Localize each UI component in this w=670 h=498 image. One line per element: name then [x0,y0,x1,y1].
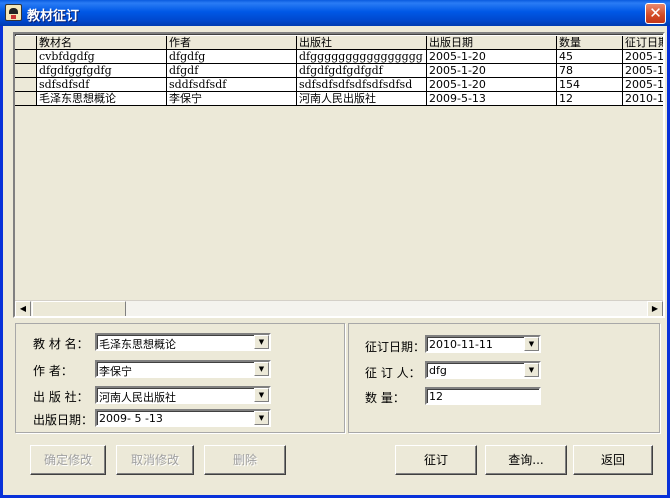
query-button[interactable]: 查询... [485,445,567,475]
scroll-thumb[interactable] [32,301,126,316]
quantity-input[interactable]: 12 [425,387,541,405]
cell-author[interactable]: dfgdf [167,64,297,78]
cell-quantity[interactable]: 78 [557,64,623,78]
cell-orderdate[interactable]: 2005-11- [623,50,663,64]
cancel-edit-button[interactable]: 取消修改 [116,445,194,475]
window-title: 教材征订 [27,9,80,24]
col-header-name[interactable]: 教材名 [37,36,167,50]
orderdate-value: 2010-11-11 [429,338,493,351]
scroll-right-icon[interactable]: ▶ [647,301,663,316]
delete-button[interactable]: 删除 [204,445,286,475]
cell-pubdate[interactable]: 2005-1-20 [427,50,557,64]
orderdate-picker[interactable]: 2010-11-11 ▼ [425,335,541,353]
table-row[interactable]: 毛泽东思想概论 李保宁 河南人民出版社 2009-5-13 12 2010-11… [15,92,663,106]
cell-quantity[interactable]: 154 [557,78,623,92]
cell-quantity[interactable]: 12 [557,92,623,106]
orderer-combo[interactable]: dfg ▼ [425,361,541,379]
col-header-publisher[interactable]: 出版社 [297,36,427,50]
author-label: 作 者： [33,364,73,378]
name-value: 毛泽东思想概论 [99,338,176,351]
order-button[interactable]: 征订 [395,445,477,475]
order-window: 教材征订 ✕ 教材名 作者 出版社 出版日期 数量 征订日期 cvbfdgdfg… [0,0,670,498]
publisher-label: 出 版 社： [33,390,89,404]
publisher-combo[interactable]: 河南人民出版社 ▼ [95,386,271,404]
chevron-down-icon[interactable]: ▼ [254,335,269,349]
confirm-edit-button[interactable]: 确定修改 [30,445,106,475]
row-indicator[interactable] [15,64,37,78]
textbook-grid[interactable]: 教材名 作者 出版社 出版日期 数量 征订日期 cvbfdgdfg dfgdfg… [13,32,665,318]
scroll-left-icon[interactable]: ◀ [15,301,31,316]
grid-empty-area [15,106,663,300]
row-indicator[interactable] [15,50,37,64]
name-combo[interactable]: 毛泽东思想概论 ▼ [95,333,271,351]
chevron-down-icon[interactable]: ▼ [254,411,269,425]
table-row[interactable]: sdfsdfsdf sddfsdfsdf sdfsdfsdfsdfsdfsdfs… [15,78,663,92]
col-header-orderdate[interactable]: 征订日期 [623,36,663,50]
orderer-label: 征 订 人： [365,366,421,380]
cell-orderdate[interactable]: 2005-11- [623,78,663,92]
col-header-quantity[interactable]: 数量 [557,36,623,50]
grid-header: 教材名 作者 出版社 出版日期 数量 征订日期 [15,36,663,50]
cell-orderdate[interactable]: 2005-11- [623,64,663,78]
chevron-down-icon[interactable]: ▼ [524,337,539,351]
cell-pubdate[interactable]: 2009-5-13 [427,92,557,106]
pubdate-value: 2009- 5 -13 [99,412,163,425]
cell-name[interactable]: dfgdfggfgdfg [37,64,167,78]
author-value: 李保宁 [99,365,132,378]
cell-orderdate[interactable]: 2010-11- [623,92,663,106]
chevron-down-icon[interactable]: ▼ [254,388,269,402]
col-header-pubdate[interactable]: 出版日期 [427,36,557,50]
cell-name[interactable]: 毛泽东思想概论 [37,92,167,106]
cell-quantity[interactable]: 45 [557,50,623,64]
chevron-down-icon[interactable]: ▼ [524,363,539,377]
publisher-value: 河南人民出版社 [99,391,176,404]
row-indicator[interactable] [15,92,37,106]
cell-name[interactable]: cvbfdgdfg [37,50,167,64]
quantity-label: 数 量： [365,391,405,405]
cell-publisher[interactable]: sdfsdfsdfsdfsdfsdfsd [297,78,427,92]
pubdate-picker[interactable]: 2009- 5 -13 ▼ [95,409,271,427]
cell-publisher[interactable]: dfgggggggggggggggg [297,50,427,64]
pubdate-label: 出版日期： [33,413,94,427]
close-button[interactable]: ✕ [645,3,666,24]
quantity-value: 12 [429,390,443,403]
horizontal-scrollbar[interactable]: ◀ ▶ [15,300,663,316]
name-label: 教 材 名： [33,337,89,351]
header-row-indicator [15,36,37,50]
cell-author[interactable]: dfgdfg [167,50,297,64]
app-icon [5,4,22,21]
cell-pubdate[interactable]: 2005-1-20 [427,78,557,92]
table-row[interactable]: dfgdfggfgdfg dfgdf dfgdfgdfgdfgdf 2005-1… [15,64,663,78]
back-button[interactable]: 返回 [573,445,653,475]
chevron-down-icon[interactable]: ▼ [254,362,269,376]
cell-author[interactable]: 李保宁 [167,92,297,106]
orderer-value: dfg [429,364,447,377]
cell-name[interactable]: sdfsdfsdf [37,78,167,92]
col-header-author[interactable]: 作者 [167,36,297,50]
orderdate-label: 征订日期： [365,340,426,354]
table-row[interactable]: cvbfdgdfg dfgdfg dfgggggggggggggggg 2005… [15,50,663,64]
cell-publisher[interactable]: dfgdfgdfgdfgdf [297,64,427,78]
cell-pubdate[interactable]: 2005-1-20 [427,64,557,78]
author-combo[interactable]: 李保宁 ▼ [95,360,271,378]
cell-publisher[interactable]: 河南人民出版社 [297,92,427,106]
row-indicator[interactable] [15,78,37,92]
cell-author[interactable]: sddfsdfsdf [167,78,297,92]
title-bar[interactable]: 教材征订 ✕ [0,0,670,26]
